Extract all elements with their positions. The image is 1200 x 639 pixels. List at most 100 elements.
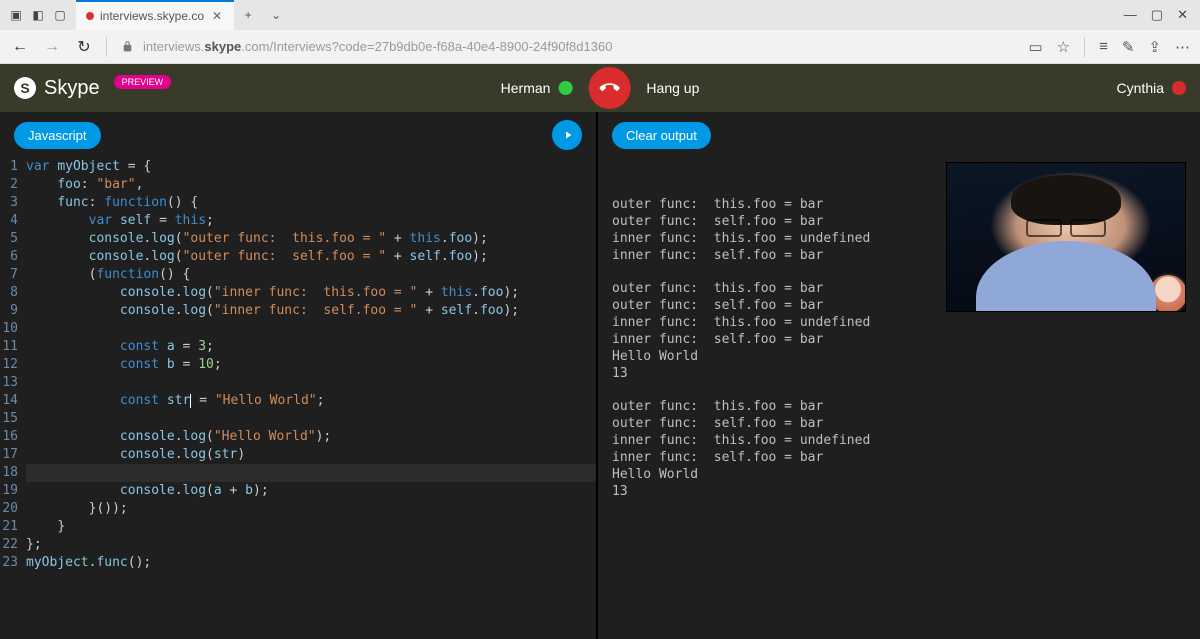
code-content[interactable]: const str = "Hello World"; [26, 392, 596, 410]
code-line[interactable]: 14 const str = "Hello World"; [0, 392, 596, 410]
code-content[interactable]: console.log(a + b); [26, 482, 596, 500]
address-bar[interactable]: interviews.skype.com/Interviews?code=27b… [119, 39, 1016, 55]
code-line[interactable]: 1var myObject = { [0, 158, 596, 176]
code-line[interactable]: 17 console.log(str) [0, 446, 596, 464]
code-content[interactable] [26, 374, 596, 392]
call-controls: Herman Hang up [501, 67, 700, 109]
code-line[interactable]: 11 const a = 3; [0, 338, 596, 356]
code-content[interactable]: const b = 10; [26, 356, 596, 374]
tab-close-icon[interactable]: ✕ [210, 9, 224, 23]
participant-name: Cynthia [1117, 80, 1164, 96]
code-content[interactable]: console.log("outer func: this.foo = " + … [26, 230, 596, 248]
new-tab-button[interactable]: + [234, 8, 262, 22]
notes-icon[interactable]: ✎ [1122, 38, 1135, 56]
output-toolbar: Clear output [598, 112, 1200, 158]
line-number: 19 [0, 482, 26, 500]
window-maximize-button[interactable]: ▢ [1151, 7, 1163, 23]
code-line[interactable]: 4 var self = this; [0, 212, 596, 230]
code-content[interactable]: console.log("inner func: this.foo = " + … [26, 284, 596, 302]
code-content[interactable]: (function() { [26, 266, 596, 284]
code-content[interactable]: }()); [26, 500, 596, 518]
participant-herman: Herman [501, 80, 573, 96]
code-line[interactable]: 12 const b = 10; [0, 356, 596, 374]
line-number: 1 [0, 158, 26, 176]
language-selector[interactable]: Javascript [14, 122, 101, 149]
code-content[interactable] [26, 464, 596, 482]
browser-toolbar: ← → ↻ interviews.skype.com/Interviews?co… [0, 30, 1200, 64]
code-content[interactable]: }; [26, 536, 596, 554]
code-line[interactable]: 7 (function() { [0, 266, 596, 284]
code-line[interactable]: 18 [0, 464, 596, 482]
share-icon[interactable]: ⇪ [1148, 38, 1161, 56]
code-line[interactable]: 19 console.log(a + b); [0, 482, 596, 500]
code-line[interactable]: 23myObject.func(); [0, 554, 596, 572]
remote-video[interactable] [946, 162, 1186, 312]
line-number: 6 [0, 248, 26, 266]
editor-pane: Javascript 1var myObject = {2 foo: "bar"… [0, 112, 598, 639]
code-line[interactable]: 5 console.log("outer func: this.foo = " … [0, 230, 596, 248]
code-content[interactable]: console.log(str) [26, 446, 596, 464]
code-content[interactable]: const a = 3; [26, 338, 596, 356]
lock-icon [119, 39, 135, 55]
window-minimize-button[interactable]: — [1124, 7, 1137, 23]
code-content[interactable]: console.log("outer func: self.foo = " + … [26, 248, 596, 266]
browser-tab[interactable]: interviews.skype.co ✕ [76, 0, 234, 30]
favorite-icon[interactable]: ☆ [1057, 38, 1070, 56]
sys-icon-3: ▢ [52, 7, 68, 23]
code-line[interactable]: 15 [0, 410, 596, 428]
workspace: Javascript 1var myObject = {2 foo: "bar"… [0, 112, 1200, 639]
code-line[interactable]: 13 [0, 374, 596, 392]
clear-output-button[interactable]: Clear output [612, 122, 711, 149]
code-content[interactable] [26, 410, 596, 428]
code-line[interactable]: 22}; [0, 536, 596, 554]
line-number: 7 [0, 266, 26, 284]
code-content[interactable]: var myObject = { [26, 158, 596, 176]
code-content[interactable]: myObject.func(); [26, 554, 596, 572]
code-line[interactable]: 2 foo: "bar", [0, 176, 596, 194]
code-line[interactable]: 9 console.log("inner func: self.foo = " … [0, 302, 596, 320]
console-output[interactable]: outer func: this.foo = bar outer func: s… [598, 158, 1200, 639]
forward-button[interactable]: → [42, 37, 62, 57]
status-dot-online [558, 81, 572, 95]
code-line[interactable]: 3 func: function() { [0, 194, 596, 212]
line-number: 13 [0, 374, 26, 392]
more-icon[interactable]: ⋯ [1175, 38, 1190, 56]
code-content[interactable]: foo: "bar", [26, 176, 596, 194]
code-content[interactable]: func: function() { [26, 194, 596, 212]
code-content[interactable]: } [26, 518, 596, 536]
code-line[interactable]: 20 }()); [0, 500, 596, 518]
reading-view-icon[interactable]: ▭ [1028, 38, 1042, 56]
line-number: 4 [0, 212, 26, 230]
line-number: 16 [0, 428, 26, 446]
run-button[interactable] [552, 120, 582, 150]
line-number: 14 [0, 392, 26, 410]
code-content[interactable]: console.log("Hello World"); [26, 428, 596, 446]
hangup-button[interactable] [588, 67, 630, 109]
hub-icon[interactable]: ≡ [1099, 38, 1108, 55]
local-video-pip[interactable] [1147, 273, 1186, 312]
back-button[interactable]: ← [10, 37, 30, 57]
tab-overflow-button[interactable]: ⌄ [262, 8, 290, 22]
code-line[interactable]: 16 console.log("Hello World"); [0, 428, 596, 446]
code-content[interactable]: console.log("inner func: self.foo = " + … [26, 302, 596, 320]
code-content[interactable] [26, 320, 596, 338]
toolbar-divider [106, 37, 107, 57]
code-line[interactable]: 6 console.log("outer func: self.foo = " … [0, 248, 596, 266]
output-block: outer func: this.foo = bar outer func: s… [612, 398, 1186, 500]
line-number: 18 [0, 464, 26, 482]
participant-cynthia: Cynthia [1117, 80, 1186, 96]
code-content[interactable]: var self = this; [26, 212, 596, 230]
refresh-button[interactable]: ↻ [74, 37, 94, 57]
sys-icon-2: ◧ [30, 7, 46, 23]
line-number: 8 [0, 284, 26, 302]
preview-badge: PREVIEW [114, 75, 172, 89]
line-number: 21 [0, 518, 26, 536]
line-number: 9 [0, 302, 26, 320]
code-line[interactable]: 10 [0, 320, 596, 338]
code-line[interactable]: 21 } [0, 518, 596, 536]
url-text: interviews.skype.com/Interviews?code=27b… [143, 39, 612, 54]
app-name: Skype [44, 77, 100, 100]
code-editor[interactable]: 1var myObject = {2 foo: "bar",3 func: fu… [0, 158, 596, 639]
code-line[interactable]: 8 console.log("inner func: this.foo = " … [0, 284, 596, 302]
window-close-button[interactable]: ✕ [1177, 7, 1188, 23]
